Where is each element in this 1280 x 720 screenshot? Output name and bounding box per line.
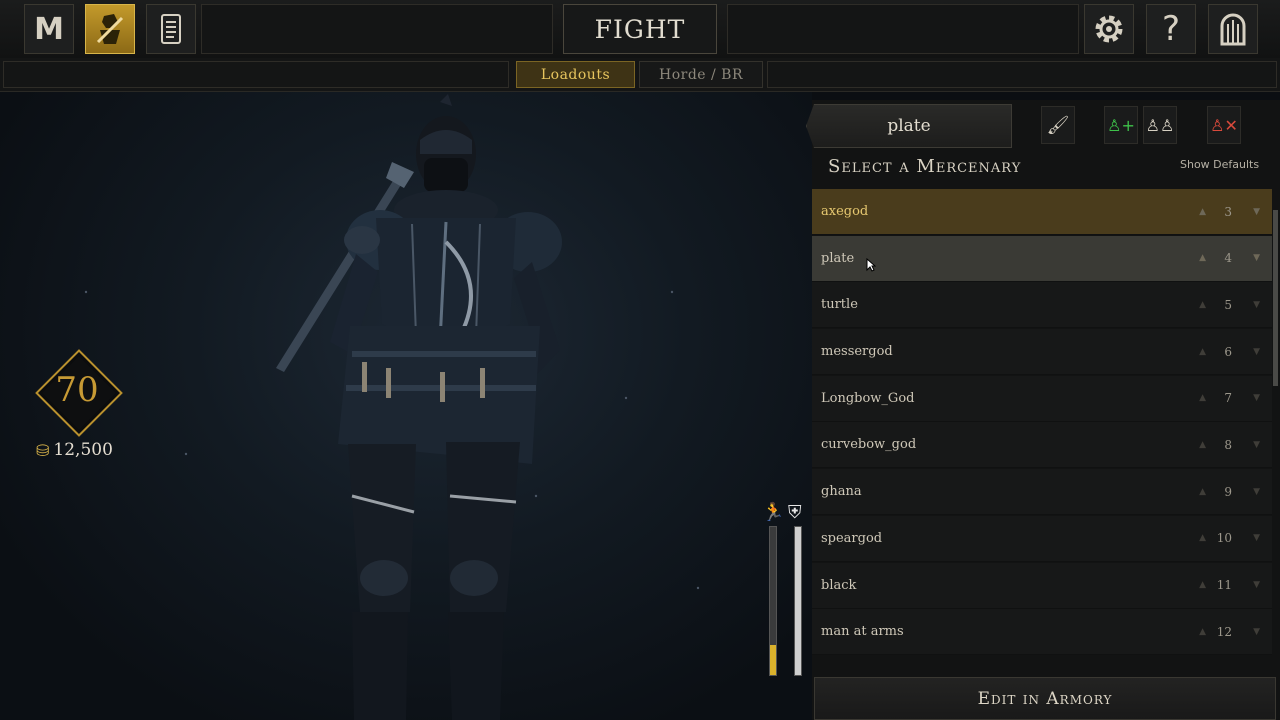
mercenary-name: curvebow_god <box>821 437 917 453</box>
subbar-left-slot <box>3 61 509 88</box>
settings-button[interactable] <box>1084 4 1134 54</box>
tab-horde-br[interactable]: Horde / BR <box>639 61 763 88</box>
filter-customization-button[interactable]: 🖌 <box>1041 106 1075 144</box>
move-up-icon[interactable]: ▲ <box>1199 253 1206 263</box>
mercenary-row[interactable]: turtle ▲ 5 ▼ <box>812 282 1272 329</box>
move-down-icon[interactable]: ▼ <box>1253 253 1260 263</box>
level-number: 70 <box>55 370 99 410</box>
gold-amount: 12,500 <box>53 440 113 460</box>
main-menu-button[interactable]: M <box>24 4 74 54</box>
move-down-icon[interactable]: ▼ <box>1253 533 1260 543</box>
mercenary-row[interactable]: Longbow_God ▲ 7 ▼ <box>812 375 1272 422</box>
move-down-icon[interactable]: ▼ <box>1253 347 1260 357</box>
knight-character-model <box>84 94 700 720</box>
group-figures-icon: ♙♙ <box>1145 115 1175 135</box>
tab-loadouts[interactable]: Loadouts <box>516 61 635 88</box>
remove-figure-icon: ♙✕ <box>1210 115 1238 135</box>
list-scrollbar[interactable] <box>1273 210 1278 386</box>
mercenary-name: Longbow_God <box>821 390 915 406</box>
move-up-icon[interactable]: ▲ <box>1199 487 1206 497</box>
mercenary-row[interactable]: axegod ▲ 3 ▼ <box>812 189 1272 235</box>
mercenaries-button[interactable] <box>85 4 135 54</box>
mercenary-icon <box>96 14 124 44</box>
mercenary-name: speargod <box>821 530 883 546</box>
panel-title: Select a Mercenary <box>828 156 1022 177</box>
move-down-icon[interactable]: ▼ <box>1253 440 1260 450</box>
subbar-right-slot <box>767 61 1277 88</box>
mercenary-list: axegod ▲ 3 ▼ plate ▲ 4 ▼ turtle ▲ 5 ▼ messergod ▲ 6 ▼ Lo… <box>812 189 1272 677</box>
mercenary-slot-number: 6 <box>1224 344 1232 359</box>
move-down-icon[interactable]: ▼ <box>1253 393 1260 403</box>
top-bar-left-slot <box>201 4 553 54</box>
move-down-icon[interactable]: ▼ <box>1253 300 1260 310</box>
mercenary-slot-number: 8 <box>1224 437 1232 452</box>
mercenary-name: black <box>821 577 857 593</box>
move-down-icon[interactable]: ▼ <box>1253 207 1260 217</box>
move-up-icon[interactable]: ▲ <box>1199 440 1206 450</box>
armor-icon: ⛨ <box>788 502 802 523</box>
show-defaults-toggle[interactable]: Show Defaults <box>1180 158 1259 171</box>
speed-bar <box>769 526 777 676</box>
move-up-icon[interactable]: ▲ <box>1199 207 1206 217</box>
mercenary-search-input[interactable]: plate <box>806 104 1012 148</box>
mercenary-slot-number: 9 <box>1224 484 1232 499</box>
move-up-icon[interactable]: ▲ <box>1199 347 1206 357</box>
mercenary-slot-number: 7 <box>1224 391 1232 406</box>
gear-icon <box>1095 15 1123 43</box>
mercenary-slot-number: 12 <box>1216 624 1232 639</box>
add-figure-icon: ♙+ <box>1107 115 1135 135</box>
brush-icon: 🖌 <box>1046 114 1070 136</box>
mercenary-row[interactable]: man at arms ▲ 12 ▼ <box>812 609 1272 656</box>
mercenary-slot-number: 11 <box>1216 578 1232 592</box>
challenges-button[interactable] <box>146 4 196 54</box>
mercenary-slot-number: 4 <box>1224 251 1232 266</box>
mercenary-row[interactable]: messergod ▲ 6 ▼ <box>812 329 1272 376</box>
move-down-icon[interactable]: ▼ <box>1253 487 1260 497</box>
fight-button[interactable]: FIGHT <box>563 4 717 54</box>
mordhau-logo-icon: M <box>34 11 64 47</box>
character-preview[interactable]: 70 ⛁ 12,500 🏃 ⛨ <box>0 92 812 720</box>
gold-coins-icon: ⛁ <box>36 440 50 460</box>
mercenary-row[interactable]: ghana ▲ 9 ▼ <box>812 469 1272 516</box>
mouse-cursor-icon <box>866 258 876 272</box>
filter-add-player-button[interactable]: ♙+ <box>1104 106 1138 144</box>
mercenary-slot-number: 10 <box>1216 531 1232 546</box>
exit-button[interactable] <box>1208 4 1258 54</box>
mercenary-slot-number: 5 <box>1224 297 1232 312</box>
move-up-icon[interactable]: ▲ <box>1199 393 1206 403</box>
mercenary-name: man at arms <box>821 624 904 640</box>
mercenary-name: ghana <box>821 484 862 500</box>
help-button[interactable]: ? <box>1146 4 1196 54</box>
exit-door-icon <box>1220 13 1246 46</box>
move-up-icon[interactable]: ▲ <box>1199 627 1206 637</box>
move-up-icon[interactable]: ▲ <box>1199 533 1206 543</box>
filter-remove-button[interactable]: ♙✕ <box>1207 106 1241 144</box>
mercenary-slot-number: 3 <box>1224 204 1232 219</box>
top-bar-right-slot <box>727 4 1079 54</box>
gold-display: ⛁ 12,500 <box>36 440 113 460</box>
scroll-icon <box>161 14 181 44</box>
mercenary-row[interactable]: speargod ▲ 10 ▼ <box>812 515 1272 562</box>
filter-group-button[interactable]: ♙♙ <box>1143 106 1177 144</box>
armor-bar <box>794 526 802 676</box>
move-up-icon[interactable]: ▲ <box>1199 300 1206 310</box>
mercenary-row[interactable]: curvebow_god ▲ 8 ▼ <box>812 422 1272 469</box>
mercenary-name: messergod <box>821 344 893 360</box>
move-up-icon[interactable]: ▲ <box>1199 580 1206 590</box>
help-icon: ? <box>1161 9 1181 49</box>
top-bar: M FIGHT ? <box>0 0 1280 59</box>
mercenary-row[interactable]: plate ▲ 4 ▼ <box>812 235 1272 282</box>
sub-tab-bar: Loadouts Horde / BR <box>0 58 1280 92</box>
mercenary-name: axegod <box>821 204 869 219</box>
armor-bar-fill <box>795 527 801 675</box>
mercenary-row[interactable]: black ▲ 11 ▼ <box>812 562 1272 609</box>
move-down-icon[interactable]: ▼ <box>1253 580 1260 590</box>
move-down-icon[interactable]: ▼ <box>1253 627 1260 637</box>
edit-in-armory-button[interactable]: Edit in Armory <box>814 677 1276 720</box>
speed-icon: 🏃 <box>762 502 785 523</box>
speed-bar-fill <box>770 645 776 675</box>
mercenary-name: turtle <box>821 297 858 313</box>
mercenary-name: plate <box>821 250 855 266</box>
